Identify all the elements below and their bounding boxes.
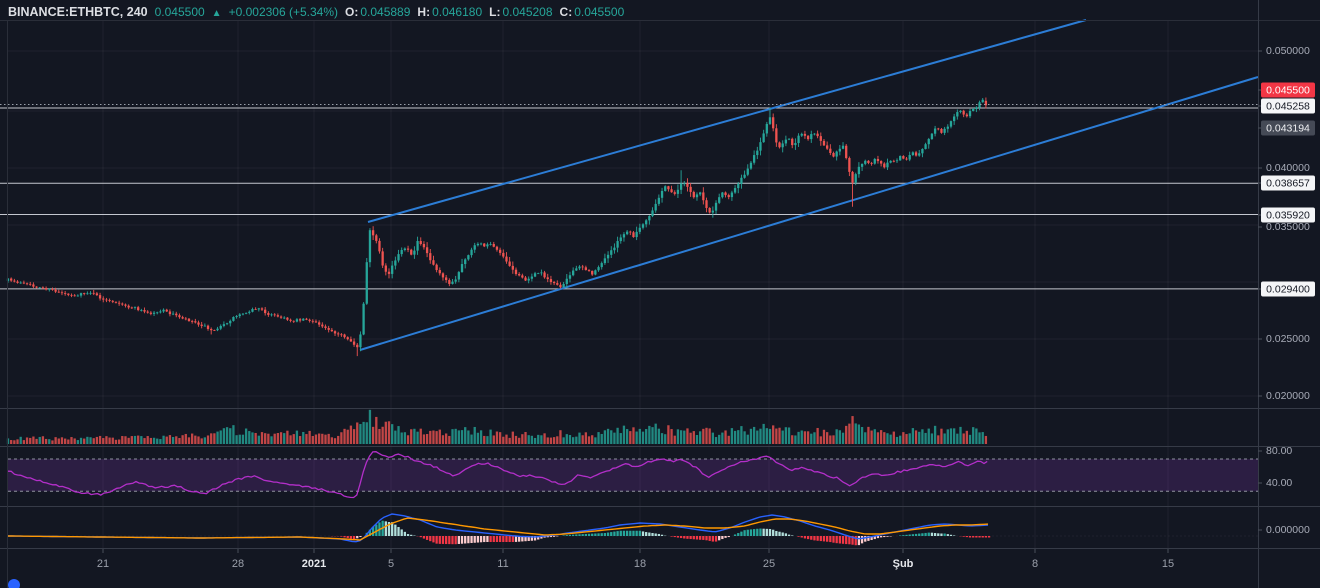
rsi-band (8, 459, 1258, 491)
price-axis-label: 0.020000 (1266, 390, 1310, 402)
time-axis-label: 8 (1032, 558, 1038, 570)
price-axis-badge: 0.043194 (1261, 121, 1315, 136)
time-axis-label: Şub (893, 558, 914, 570)
tradingview-logo-icon[interactable] (8, 579, 20, 588)
price-axis-badge: 0.045258 (1261, 99, 1315, 114)
time-axis[interactable]: 21 28 2021 5 11 18 25 Şub 8 15 (0, 548, 1258, 588)
price-axis-label: 0.040000 (1266, 162, 1310, 174)
price-axis-label: 0.000000 (1266, 524, 1310, 536)
channel-upper-line[interactable] (368, 20, 1086, 222)
chart-window: BINANCE:ETHBTC, 240 0.045500 ▲ +0.002306… (0, 0, 1320, 588)
time-axis-label: 15 (1162, 558, 1174, 570)
volume-bars (7, 410, 987, 444)
price-axis-label: 80.00 (1266, 445, 1292, 457)
time-axis-label: 25 (763, 558, 775, 570)
price-axis[interactable]: 0.050000 0.0455000.045258 0.043194 0.040000… (1258, 0, 1320, 588)
candlesticks (7, 97, 987, 356)
time-axis-label: 21 (97, 558, 109, 570)
channel-lower-line[interactable] (360, 77, 1258, 350)
price-axis-badge: 0.038657 (1261, 176, 1315, 191)
price-axis-label: 40.00 (1266, 477, 1292, 489)
axis-ticks (0, 0, 1320, 588)
price-axis-badge: 0.045500 (1261, 83, 1315, 98)
price-axis-badge: 0.029400 (1261, 282, 1315, 297)
chart-canvas[interactable] (0, 0, 1320, 588)
price-axis-label: 0.025000 (1266, 333, 1310, 345)
time-axis-label: 2021 (302, 558, 326, 570)
time-axis-label: 11 (497, 558, 508, 570)
time-axis-label: 5 (388, 558, 394, 570)
price-axis-label: 0.035000 (1266, 221, 1310, 233)
drawing-tools[interactable] (0, 20, 1258, 350)
macd-plot (8, 514, 1258, 545)
time-axis-label: 18 (634, 558, 646, 570)
price-axis-label: 0.050000 (1266, 45, 1310, 57)
time-axis-label: 28 (232, 558, 244, 570)
